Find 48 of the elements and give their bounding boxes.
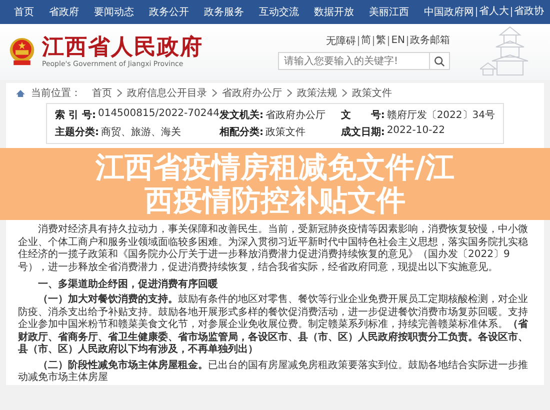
breadcrumb-link[interactable]: 首页 bbox=[92, 86, 112, 100]
breadcrumb-link[interactable]: 政府信息公开目录 bbox=[127, 86, 207, 100]
nav-link[interactable]: 数据开放 bbox=[314, 5, 354, 19]
meta-value: 014500815/2022-70244 bbox=[98, 108, 220, 119]
breadcrumb-link[interactable]: 政策法规 bbox=[297, 86, 337, 100]
meta-value: 政策文件 bbox=[265, 126, 306, 139]
utility-link[interactable]: 政务邮箱 bbox=[407, 36, 450, 46]
meta-label: 成文日期: bbox=[340, 126, 385, 139]
nav-link[interactable]: 互动交流 bbox=[259, 5, 299, 19]
nav-link[interactable]: 政务服务 bbox=[204, 5, 244, 19]
top-link[interactable]: 省政协 bbox=[511, 7, 544, 17]
chevron-icon bbox=[117, 89, 122, 97]
nav-link[interactable]: 政务公开 bbox=[149, 5, 189, 19]
search-field[interactable]: 请输入您要输入的关键字! bbox=[278, 52, 450, 70]
breadcrumb-link[interactable]: 省政府办公厅 bbox=[222, 86, 282, 100]
breadcrumb-label: 当前位置： bbox=[31, 86, 81, 100]
banner-title: 江西省疫情房租减免文件/江西疫情防控补贴文件 bbox=[94, 151, 456, 217]
nav-link[interactable]: 省政府 bbox=[49, 5, 79, 19]
meta-label: 索 引 号: bbox=[55, 108, 96, 122]
meta-value: 商贸、旅游、海关 bbox=[101, 126, 181, 139]
meta-label: 发文机关: bbox=[219, 108, 264, 122]
meta-value: 省政府办公厅 bbox=[265, 108, 326, 122]
emblem-icon bbox=[8, 37, 36, 67]
nav-link[interactable]: 首页 bbox=[14, 5, 34, 19]
meta-label: 相配分类: bbox=[219, 126, 264, 139]
section-heading: 一、多渠道助企纾困，促进消费有序回暖 bbox=[37, 277, 219, 291]
meta-value: 赣府厅发〔2022〕34号 bbox=[386, 108, 495, 122]
utility-link[interactable]: EN bbox=[388, 36, 405, 46]
chevron-icon bbox=[212, 89, 217, 97]
utility-link[interactable]: 简 bbox=[358, 36, 372, 46]
paragraph: （一）加大对餐饮消费的支持。鼓励有条件的地区对零售、餐饮等行业企业免费开展员工定期核酸检测，对企业防疫、消杀支出给予补贴支持。鼓励各地开展形式多样的餐饮促消费活动，进一步促进餐饮消费市场复苏回暖。支持企业参加中国米粉节和赣菜美食文化节，对参展企业免收展位费。制定赣菜系列标准，持续完善赣菜标准体系。（省财政厅、省商务厅、省卫生健康委、省市场监管局，各设区市、县（市、区）人民政府按职责分工负责。各设区市、县（市、区）人民政府以下均有涉及，不再单独列出） bbox=[18, 294, 529, 356]
meta-label: 主题分类: bbox=[55, 125, 99, 139]
utility-link[interactable]: 繁 bbox=[373, 36, 386, 46]
paragraph: 消费对经济具有持久拉动力，事关保障和改善民生。当前，受新冠肺炎疫情等因素影响，消费恢复较慢，中小微企业、个体工商户和服务业领域面临较多困难。为深入贯彻习近平新时代中国特色社会主义思想，落实国务院扎实稳住经济的一揽子政策和《国务院办公厅关于进一步释放消费潜力促进消费持续恢复的意见》（国办发〔2022〕9号），进一步释放全省消费潜力，促进消费持续恢复，结合我省实际，经省政府同意，现提出以下实施意见。 bbox=[18, 224, 529, 274]
search-icon bbox=[434, 56, 445, 66]
nav-link[interactable]: 要闻动态 bbox=[94, 5, 134, 19]
site-title: 江西省人民政府 bbox=[42, 36, 203, 60]
chevron-icon bbox=[287, 89, 292, 97]
paragraph: （二）阶段性减免市场主体房屋租金。已出台的国有房屋减免房租政策要落实到位。鼓励各地结合实际进一步推动减免市场主体房屋 bbox=[18, 360, 529, 384]
top-link[interactable]: 省人大 bbox=[476, 7, 509, 17]
meta-value: 2022-10-22 bbox=[386, 125, 445, 138]
meta-label: 文 号: bbox=[340, 108, 385, 122]
breadcrumb-link[interactable]: 政策文件 bbox=[352, 86, 392, 100]
utility-link[interactable]: 无障碍 bbox=[326, 34, 356, 48]
top-link[interactable]: 中国政府网 bbox=[424, 5, 474, 19]
nav-link[interactable]: 美丽江西 bbox=[369, 5, 409, 19]
home-icon bbox=[16, 90, 25, 96]
chevron-icon bbox=[342, 89, 347, 97]
